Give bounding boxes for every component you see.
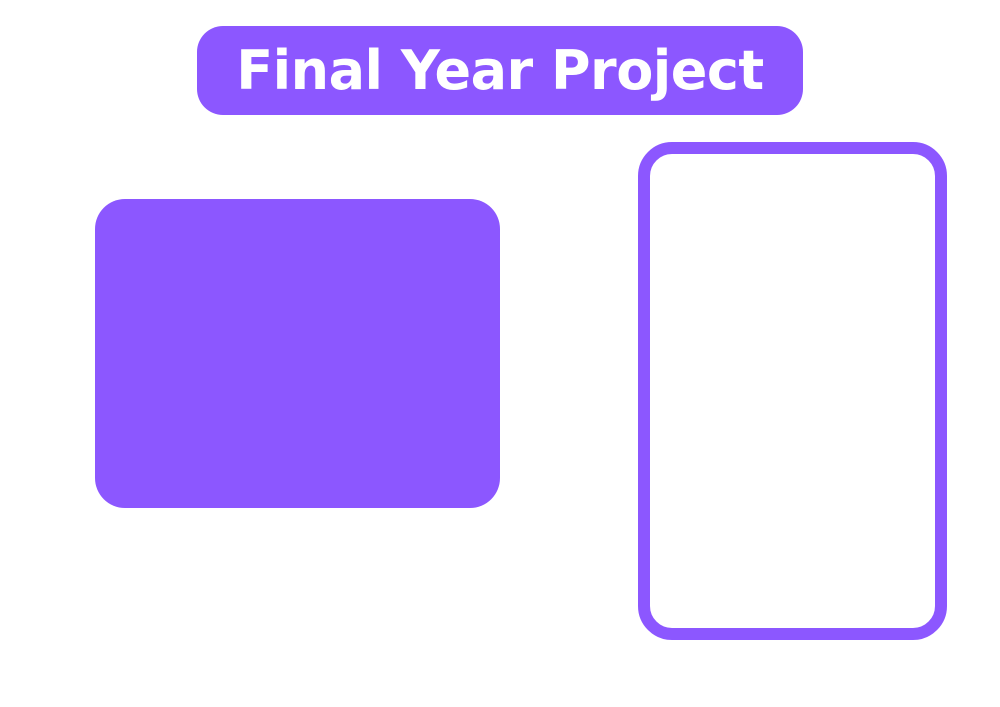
filled-content-panel xyxy=(95,199,500,508)
outlined-content-panel xyxy=(638,142,947,640)
title-banner: Final Year Project xyxy=(197,26,803,115)
page-title: Final Year Project xyxy=(236,38,764,102)
